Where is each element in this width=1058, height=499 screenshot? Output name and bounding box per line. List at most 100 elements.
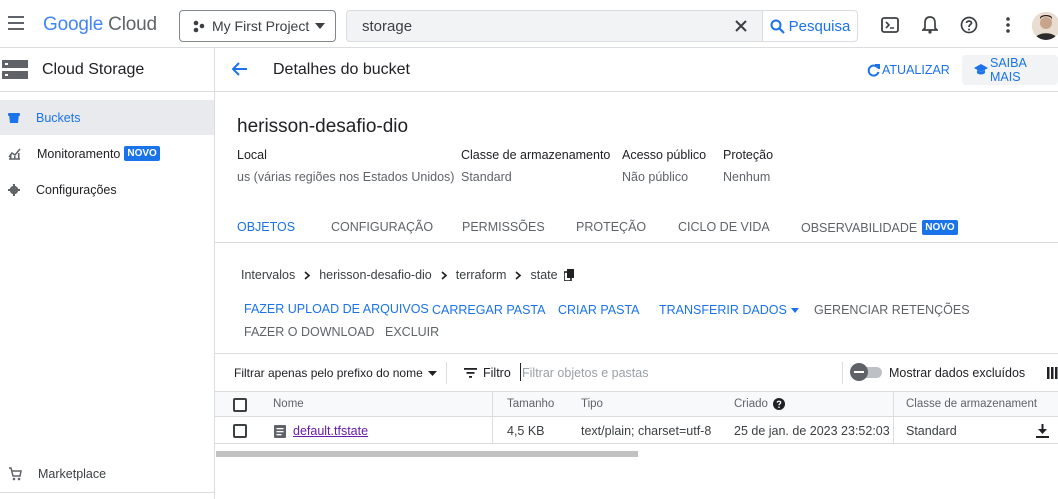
learn-more-button[interactable]: SAIBA MAIS [962,55,1058,85]
filter-label: Filtro [483,366,511,380]
tab-permissoes[interactable]: PERMISSÕES [462,220,545,234]
divider [215,353,1058,354]
sidebar-item-label: Monitoramento [37,146,121,161]
prop-value-location: us (várias regiões nos Estados Unidos) [237,170,455,184]
breadcrumb-item: state [530,268,558,282]
prop-value-storage-class: Standard [461,170,512,184]
filter-icon [464,368,477,378]
help-icon[interactable] [960,16,978,34]
row-checkbox[interactable] [233,424,247,438]
more-vert-icon[interactable] [1006,17,1010,33]
cloud-shell-icon[interactable] [881,17,899,33]
copy-icon[interactable] [563,269,574,281]
search-icon [770,19,785,34]
search-button[interactable]: Pesquisa [762,10,858,42]
prefix-filter-select[interactable]: Filtrar apenas pelo prefixo do nome [234,366,437,380]
prop-value-protection: Nenhum [723,170,771,184]
sidebar-item-label: Marketplace [38,466,107,481]
back-arrow-icon[interactable] [232,62,248,76]
menu-icon[interactable] [8,16,24,30]
show-deleted-label: Mostrar dados excluídos [889,366,1026,380]
chevron-right-icon [441,270,447,280]
clear-search-icon[interactable] [735,20,747,32]
new-badge: NOVO [124,146,160,161]
object-size: 4,5 KB [507,424,545,438]
column-display-icon[interactable] [1047,367,1058,379]
notifications-icon[interactable] [922,16,938,34]
refresh-button[interactable]: ATUALIZAR [867,63,950,77]
project-picker[interactable]: My First Project [179,10,336,42]
object-type: text/plain; charset=utf-8 [581,424,712,438]
chart-icon [8,148,21,160]
breadcrumb: Intervalos herisson-desafio-dio terrafor… [241,268,574,282]
breadcrumb-item[interactable]: herisson-desafio-dio [319,268,432,282]
breadcrumb-item[interactable]: Intervalos [241,268,295,282]
sidebar-item-label: Buckets [36,110,81,125]
col-header-label: Criado [734,398,768,410]
create-folder-button[interactable]: CRIAR PASTA [558,303,640,317]
avatar[interactable] [1032,12,1058,40]
download-button[interactable]: FAZER O DOWNLOAD [244,325,375,339]
filter-input[interactable]: Filtrar objetos e pastas [522,366,648,380]
manage-retention-button[interactable]: GERENCIAR RETENÇÕES [814,303,970,317]
tab-ciclo-de-vida[interactable]: CICLO DE VIDA [678,220,770,234]
sidebar-item-label: Configurações [36,182,117,197]
show-deleted-toggle[interactable] [850,363,884,381]
top-bar: Google Cloud My First Project storage Pe… [0,0,1058,48]
dropdown-arrow-icon [790,307,799,313]
prop-label-public-access: Acesso público [622,148,707,162]
delete-button[interactable]: EXCLUIR [385,325,439,339]
help-icon[interactable] [772,398,785,410]
tab-objetos[interactable]: OBJETOS [237,220,295,234]
prop-label-protection: Proteção [723,148,774,162]
col-header-type[interactable]: Tipo [581,398,603,410]
search-value: storage [362,17,413,35]
chevron-down-icon [315,23,325,29]
divider [446,362,447,384]
cart-icon [8,466,22,481]
learn-more-label: SAIBA MAIS [990,56,1027,84]
breadcrumb-item[interactable]: terraform [456,268,507,282]
upload-files-button[interactable]: FAZER UPLOAD DE ARQUIVOS [244,302,429,316]
bucket-icon [8,112,20,124]
col-header-name[interactable]: Nome [273,398,304,410]
sidebar-item-configuracoes[interactable]: Configurações [0,172,214,207]
storage-icon [2,59,28,81]
page-title: Detalhes do bucket [273,61,410,78]
sidebar-item-marketplace[interactable]: Marketplace [0,456,214,491]
col-header-storage-class[interactable]: Classe de armazenament [906,398,1037,410]
search-input[interactable]: storage [346,10,763,42]
search-button-label: Pesquisa [788,17,851,35]
col-header-created[interactable]: Criado [734,398,785,410]
object-name-link[interactable]: default.tfstate [293,424,368,438]
new-badge: NOVO [922,220,958,235]
toggle-minus [854,371,864,373]
object-created: 25 de jan. de 2023 23:52:03 [734,424,890,438]
transfer-data-button[interactable]: TRANSFERIR DADOS [659,303,799,317]
sidebar-item-buckets[interactable]: Buckets [0,100,214,135]
prop-label-storage-class: Classe de armazenamento [461,148,611,162]
tab-protecao[interactable]: PROTEÇÃO [576,220,646,234]
product-header: Cloud Storage [0,48,214,92]
bucket-name: herisson-desafio-dio [237,116,409,137]
tab-configuracao[interactable]: CONFIGURAÇÃO [331,220,433,234]
sidebar-item-monitoramento[interactable]: Monitoramento NOVO [0,136,214,171]
product-title: Cloud Storage [42,61,145,78]
prefix-filter-label: Filtrar apenas pelo prefixo do nome [234,366,423,380]
horizontal-scrollbar[interactable] [216,451,638,457]
prop-value-public-access: Não público [622,170,689,184]
divider [0,492,214,493]
gear-icon [8,183,20,196]
google-cloud-logo[interactable]: Google Cloud [43,14,157,36]
dropdown-arrow-icon [427,370,437,376]
prop-label-location: Local [237,148,267,162]
project-icon [192,19,206,33]
filter-button[interactable]: Filtro [464,366,511,380]
col-header-size[interactable]: Tamanho [507,398,554,410]
download-icon[interactable] [1036,424,1049,438]
select-all-checkbox[interactable] [233,398,247,412]
refresh-label: ATUALIZAR [882,63,950,77]
side-nav: Cloud Storage Buckets Monitoramento NOVO… [0,48,215,499]
tab-observabilidade[interactable]: OBSERVABILIDADE NOVO [801,220,958,235]
upload-folder-button[interactable]: CARREGAR PASTA [432,303,545,317]
